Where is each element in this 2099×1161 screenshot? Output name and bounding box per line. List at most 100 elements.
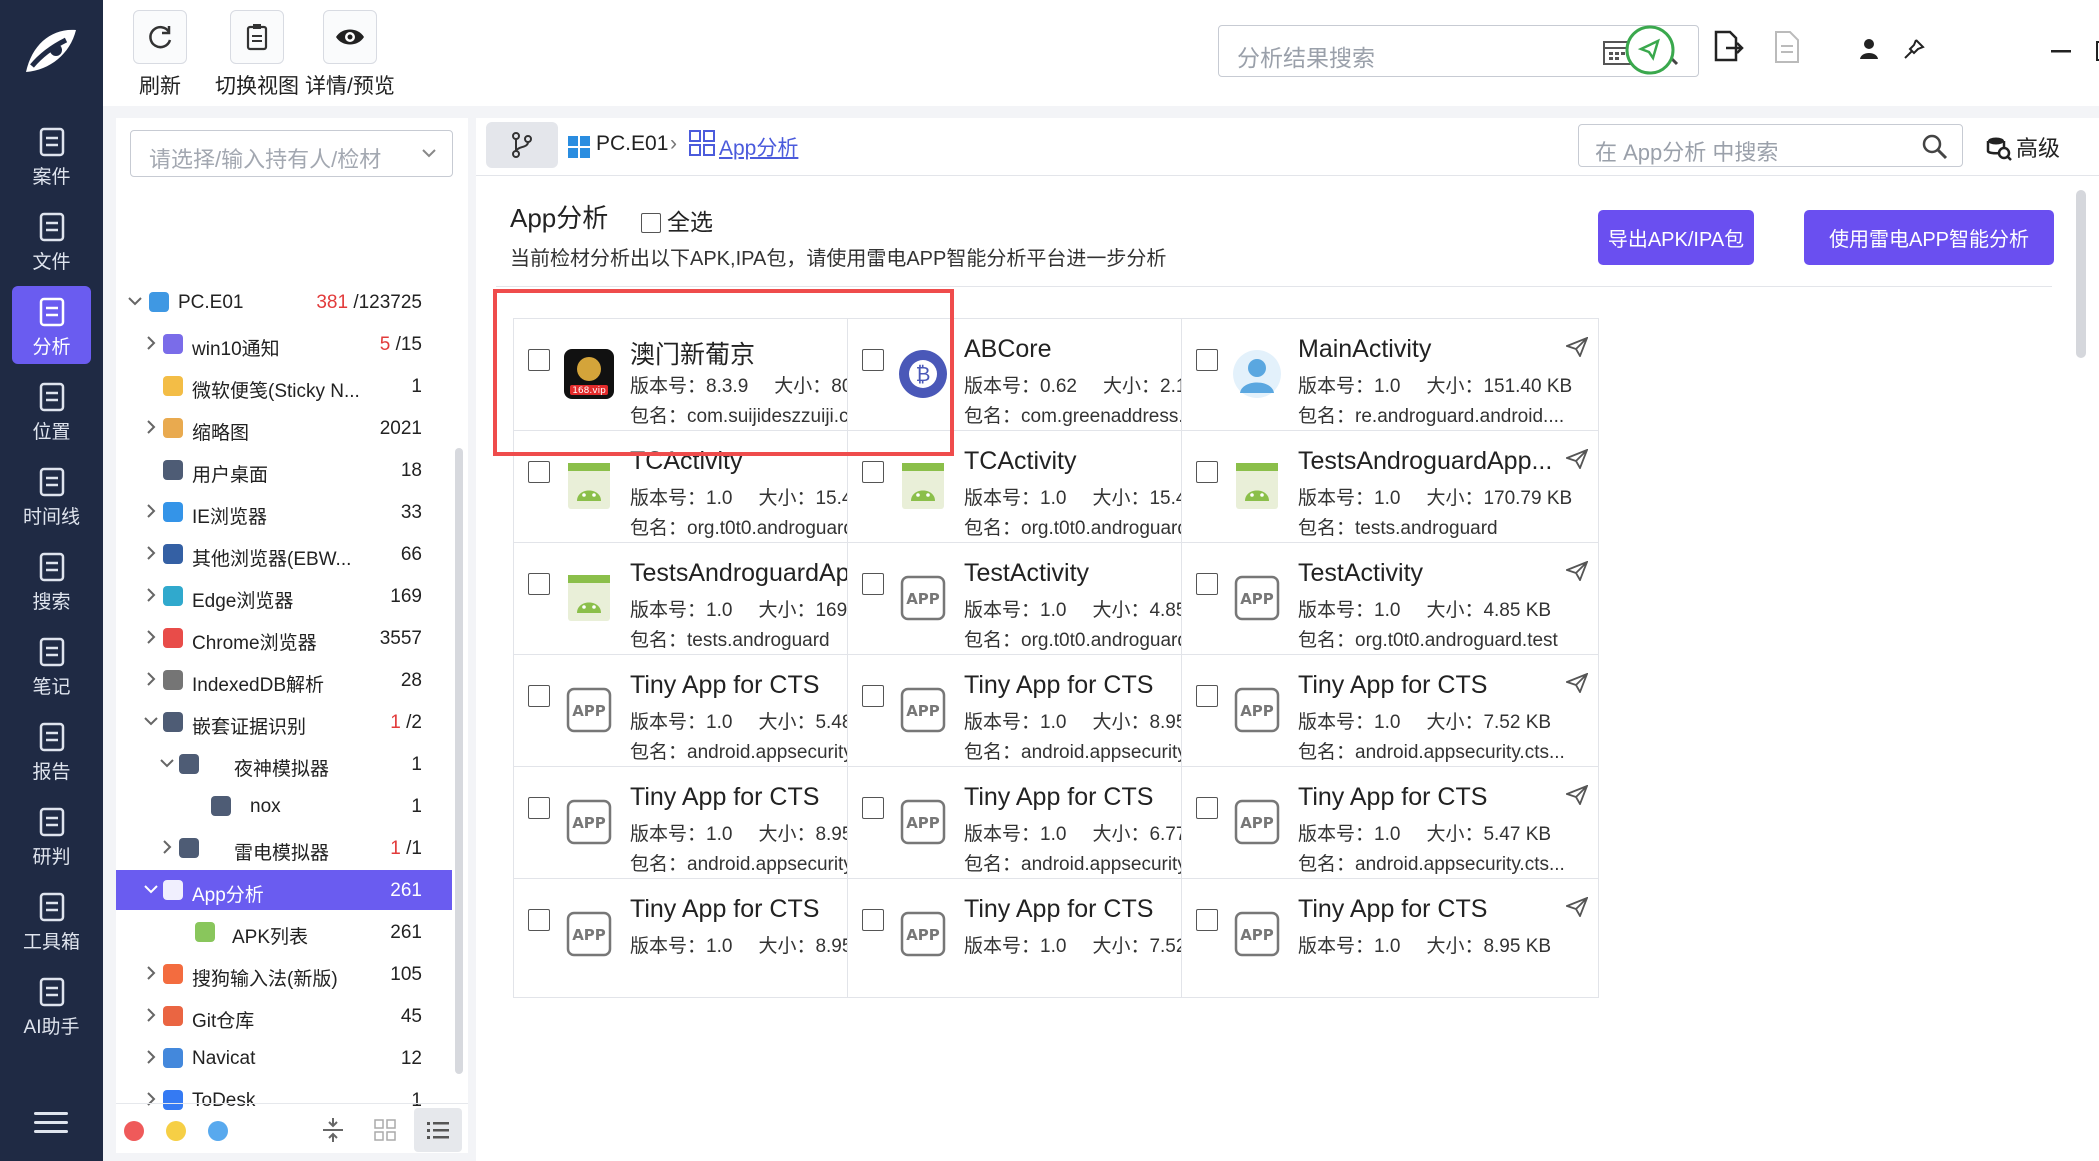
app-card-checkbox[interactable] <box>528 573 550 595</box>
chevron-right-icon[interactable] <box>142 1048 160 1066</box>
send-icon[interactable] <box>1566 897 1588 917</box>
detail-preview-button[interactable]: 详情/预览 <box>305 10 395 100</box>
export-apk-ipa-button[interactable]: 导出APK/IPA包 <box>1598 210 1754 265</box>
tree-item[interactable]: 微软便笺(Sticky N... 1 <box>116 366 452 406</box>
chevron-down-icon[interactable] <box>158 754 176 772</box>
chevron-right-icon[interactable] <box>158 838 176 856</box>
export-file-icon[interactable] <box>1712 30 1744 64</box>
tree-scrollbar[interactable] <box>455 448 463 1074</box>
app-card-checkbox[interactable] <box>528 909 550 931</box>
app-card[interactable]: APP TestActivity 版本号：1.0 大小：4.85 KB 包名：org.t… <box>1181 542 1599 662</box>
chevron-right-icon[interactable] <box>142 628 160 646</box>
app-analysis-search-input[interactable]: 在 App分析 中搜索 <box>1578 124 1963 167</box>
grid-view-icon[interactable] <box>374 1119 396 1141</box>
chevron-right-icon[interactable] <box>142 586 160 604</box>
red-tag-dot[interactable] <box>124 1121 144 1141</box>
tree-item[interactable]: Git仓库 45 <box>116 996 452 1036</box>
app-card-checkbox[interactable] <box>528 797 550 819</box>
select-all-checkbox[interactable]: 全选 <box>641 203 713 237</box>
smart-analysis-button[interactable]: 使用雷电APP智能分析 <box>1804 210 2054 265</box>
app-card[interactable]: APP Tiny App for CTS 版本号：1.0 大小：7.52 KB 包名：a… <box>1181 654 1599 774</box>
chevron-right-icon[interactable] <box>142 418 160 436</box>
tree-item[interactable]: IE浏览器 33 <box>116 492 452 532</box>
chevron-right-icon[interactable] <box>142 544 160 562</box>
tree-item[interactable]: App分析 261 <box>116 870 452 910</box>
chevron-right-icon[interactable] <box>142 1006 160 1024</box>
send-icon[interactable] <box>1566 337 1588 357</box>
rail-item-location[interactable]: 位置 <box>12 371 91 449</box>
app-card-checkbox[interactable] <box>1196 461 1218 483</box>
send-icon[interactable] <box>1566 673 1588 693</box>
tree-item[interactable]: 搜狗输入法(新版) 105 <box>116 954 452 994</box>
tree-item[interactable]: Edge浏览器 169 <box>116 576 452 616</box>
app-card-checkbox[interactable] <box>1196 909 1218 931</box>
collapse-all-icon[interactable] <box>321 1117 345 1143</box>
pin-icon[interactable] <box>1903 38 1925 60</box>
chevron-right-icon[interactable] <box>142 502 160 520</box>
chevron-right-icon[interactable] <box>142 670 160 688</box>
breadcrumb-root[interactable]: PC.E01 <box>596 132 668 156</box>
chevron-right-icon[interactable] <box>142 964 160 982</box>
tree-item[interactable]: APK列表 261 <box>116 912 452 952</box>
status-shield-icon[interactable] <box>1624 24 1676 76</box>
send-icon[interactable] <box>1566 785 1588 805</box>
yellow-tag-dot[interactable] <box>166 1121 186 1141</box>
breadcrumb-current[interactable]: App分析 <box>719 132 798 162</box>
app-card-checkbox[interactable] <box>862 909 884 931</box>
tree-item[interactable]: 用户桌面 18 <box>116 450 452 490</box>
rail-item-toolbox[interactable]: 工具箱 <box>12 881 91 959</box>
app-card-checkbox[interactable] <box>528 685 550 707</box>
holder-evidence-select[interactable]: 请选择/输入持有人/检材 <box>130 130 453 177</box>
rail-item-case[interactable]: 案件 <box>12 116 91 194</box>
app-card-checkbox[interactable] <box>862 685 884 707</box>
app-card-checkbox[interactable] <box>1196 685 1218 707</box>
app-card-checkbox[interactable] <box>862 797 884 819</box>
chevron-down-icon[interactable] <box>126 292 144 310</box>
app-card-checkbox[interactable] <box>1196 797 1218 819</box>
app-card-checkbox[interactable] <box>1196 349 1218 371</box>
rail-item-search[interactable]: 搜索 <box>12 541 91 619</box>
rail-item-ai-assistant[interactable]: AI助手 <box>12 966 91 1044</box>
app-card[interactable]: MainActivity 版本号：1.0 大小：151.40 KB 包名：re.and… <box>1181 318 1599 438</box>
send-icon[interactable] <box>1566 561 1588 581</box>
content-scrollbar[interactable] <box>2076 190 2086 358</box>
tree-item[interactable]: IndexedDB解析 28 <box>116 660 452 700</box>
tree-item[interactable]: 嵌套证据识别 1 /2 <box>116 702 452 742</box>
blue-tag-dot[interactable] <box>208 1121 228 1141</box>
report-file-icon[interactable] <box>1774 30 1800 64</box>
branch-toggle-button[interactable] <box>486 122 558 168</box>
app-card-checkbox[interactable] <box>528 461 550 483</box>
tree-item[interactable]: win10通知 5 /15 <box>116 324 452 364</box>
rail-item-judgement[interactable]: 研判 <box>12 796 91 874</box>
rail-item-timeline[interactable]: 时间线 <box>12 456 91 534</box>
switch-view-button[interactable]: 切换视图 <box>215 10 299 100</box>
tree-item[interactable]: Navicat 12 <box>116 1038 452 1078</box>
app-card[interactable]: APP Tiny App for CTS 版本号：1.0 大小：5.47 KB 包名：a… <box>1181 766 1599 886</box>
chevron-down-icon[interactable] <box>142 712 160 730</box>
rail-item-report[interactable]: 报告 <box>12 711 91 789</box>
tree-item[interactable]: Chrome浏览器 3557 <box>116 618 452 658</box>
tree-item[interactable]: 其他浏览器(EBW... 66 <box>116 534 452 574</box>
refresh-button[interactable]: 刷新 <box>133 10 187 100</box>
chevron-right-icon[interactable] <box>142 334 160 352</box>
app-card[interactable]: TestsAndroguardApp... 版本号：1.0 大小：170.79 KB… <box>1181 430 1599 550</box>
tree-item[interactable]: 夜神模拟器 1 <box>116 744 452 784</box>
app-card[interactable]: APP Tiny App for CTS 版本号：1.0 大小：8.95 KB <box>1181 878 1599 998</box>
chevron-down-icon[interactable] <box>142 880 160 898</box>
advanced-search-button[interactable]: 高级 <box>1986 131 2060 163</box>
list-view-button[interactable] <box>414 1108 462 1152</box>
rail-item-analysis[interactable]: 分析 <box>12 286 91 364</box>
app-card-checkbox[interactable] <box>862 461 884 483</box>
rail-item-file[interactable]: 文件 <box>12 201 91 279</box>
tree-item[interactable]: 雷电模拟器 1 /1 <box>116 828 452 868</box>
tree-item[interactable]: 缩略图 2021 <box>116 408 452 448</box>
app-card-checkbox[interactable] <box>1196 573 1218 595</box>
user-icon[interactable] <box>1859 38 1879 60</box>
app-card-checkbox[interactable] <box>862 573 884 595</box>
search-icon[interactable] <box>1922 134 1948 160</box>
minimize-icon[interactable] <box>2051 50 2071 53</box>
tree-item[interactable]: nox 1 <box>116 786 452 826</box>
tree-item[interactable]: PC.E01 381 /123725 <box>116 282 452 322</box>
send-icon[interactable] <box>1566 449 1588 469</box>
hamburger-menu-icon[interactable] <box>34 1112 68 1139</box>
